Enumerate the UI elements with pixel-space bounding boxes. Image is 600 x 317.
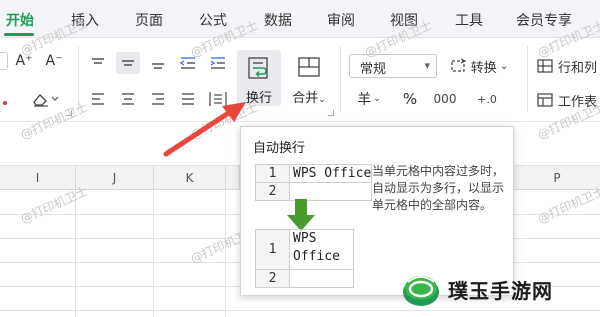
example-empty-cell [289,269,354,288]
column-header-j[interactable]: J [76,166,154,190]
increase-indent-icon [210,57,225,69]
align-middle-button[interactable] [116,52,140,74]
currency-icon: 羊 [357,92,372,108]
tab-page[interactable]: 页面 [135,10,163,30]
clear-format-button[interactable] [28,88,62,110]
percent-icon: % [402,90,418,108]
brand-logo: 璞玉手游网 [400,266,553,312]
color-dot-icon [3,101,7,105]
font-size-box[interactable] [0,52,8,70]
eraser-icon [33,94,59,107]
chevron-down-icon: ⌄ [373,94,381,104]
active-tab-indicator [4,33,34,36]
tooltip-title: 自动换行 [253,141,306,156]
merge-label-text: 合并 [292,91,319,106]
group-separator [527,46,528,112]
thousands-separator-button[interactable]: 000 [428,88,462,110]
tab-tools[interactable]: 工具 [455,10,483,30]
align-top-button[interactable] [86,52,110,74]
tab-review[interactable]: 审阅 [327,10,355,30]
align-middle-icon [122,60,134,66]
example-row-number: 2 [255,269,290,288]
align-left-button[interactable] [86,88,110,110]
chevron-down-icon: ⌄ [318,95,326,105]
example-row-number: 1 [255,229,290,270]
merge-cells-button[interactable]: 合并⌄ [287,50,331,106]
wrapped-line-2: Office [293,249,340,264]
font-shrink-button[interactable]: A⁻ [42,50,66,72]
grid-line [75,190,76,317]
number-format-value: 常规 [360,62,387,77]
brand-name: 璞玉手游网 [448,278,553,303]
font-shrink-icon: A⁻ [45,53,63,69]
column-header-i[interactable]: I [0,166,76,190]
wrap-text-icon [248,57,268,79]
convert-icon [451,58,467,72]
align-left-icon [92,93,104,105]
red-pointer-arrow-icon [163,102,246,157]
rows-columns-label: 行和列 [558,60,598,76]
grid-line [225,190,226,317]
tooltip-description: 当单元格中内容过多时，自动显示为多行，以显示单元格中的全部内容。 [372,164,505,212]
align-bottom-button[interactable] [146,52,170,74]
ribbon-toolbar: A⁺ A⁻ 换行 合并⌄ 常规 ▾ 转换 ⌄ 羊 ⌄ % 000 +.0 行和列… [0,38,600,122]
example-cell-wrapped: WPS Office [289,229,354,270]
tab-data[interactable]: 数据 [264,10,292,30]
tab-member[interactable]: 会员专享 [516,10,572,30]
ribbon-tab-bar: 开始 插入 页面 公式 数据 审阅 视图 工具 会员专享 [0,0,600,38]
column-header-p[interactable]: P [514,166,600,190]
currency-button[interactable]: 羊 ⌄ [352,88,386,110]
column-header-k[interactable]: K [154,166,226,190]
merge-cells-icon [298,57,320,77]
align-center-button[interactable] [116,88,140,110]
worksheet-icon [537,93,553,107]
wrapped-line-1: WPS [293,231,317,246]
example-after-table: 1 WPS Office 2 [255,229,354,288]
brand-mark-icon [403,276,439,306]
convert-label: 转换 [470,60,497,76]
merge-cells-label: 合并⌄ [287,87,331,106]
thousands-separator-icon: 000 [433,92,457,106]
down-arrow-icon [287,199,315,231]
align-top-icon [92,58,104,64]
tab-home[interactable]: 开始 [6,10,34,30]
tab-formulas[interactable]: 公式 [199,10,227,30]
grid-line [153,190,154,317]
example-before-table: 1 WPS Office 2 [255,164,373,201]
chevron-down-icon: ⌄ [499,60,509,72]
increase-indent-button[interactable] [206,52,230,74]
align-bottom-icon [152,63,164,69]
increase-decimal-button[interactable]: +.0 [470,88,504,110]
group-separator [340,46,341,112]
chevron-down-icon: ▾ [424,59,430,72]
column-header-l[interactable] [226,166,240,190]
rows-columns-icon [537,59,553,73]
alignment-group-launcher[interactable] [328,110,334,116]
percent-button[interactable]: % [398,88,422,110]
example-row-number: 1 [255,164,290,183]
increase-decimal-icon: +.0 [477,92,497,106]
font-color-button[interactable] [0,90,10,110]
number-format-dropdown[interactable]: 常规 ▾ [349,54,437,78]
convert-button[interactable]: 转换 ⌄ [446,54,512,78]
example-cell-unwrapped: WPS Office [288,164,373,183]
align-center-icon [122,93,134,105]
